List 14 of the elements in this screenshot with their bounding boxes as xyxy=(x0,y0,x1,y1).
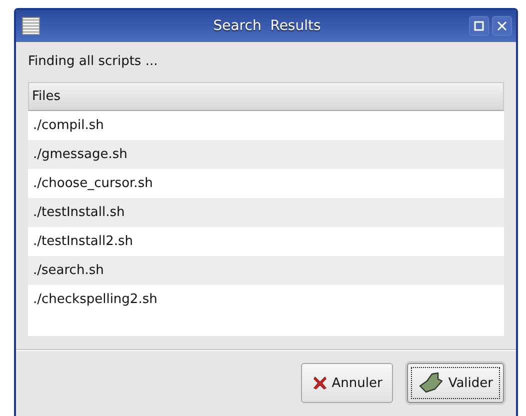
file-row[interactable]: ./gmessage.sh xyxy=(28,140,504,169)
maximize-icon xyxy=(474,21,484,31)
column-header[interactable]: Files xyxy=(28,82,504,111)
close-icon xyxy=(497,21,507,31)
cancel-button[interactable]: Annuler xyxy=(300,363,394,403)
maximize-button[interactable] xyxy=(469,16,489,36)
cross-icon xyxy=(312,375,328,391)
window-title: Search Results xyxy=(212,18,322,34)
window-menu-icon[interactable] xyxy=(22,17,40,35)
file-row[interactable]: ./testInstall.sh xyxy=(28,198,504,227)
ok-button[interactable]: Valider xyxy=(407,363,504,403)
file-row[interactable]: ./search.sh xyxy=(28,256,504,285)
status-text: Finding all scripts ... xyxy=(28,54,159,71)
close-button[interactable] xyxy=(492,16,512,36)
